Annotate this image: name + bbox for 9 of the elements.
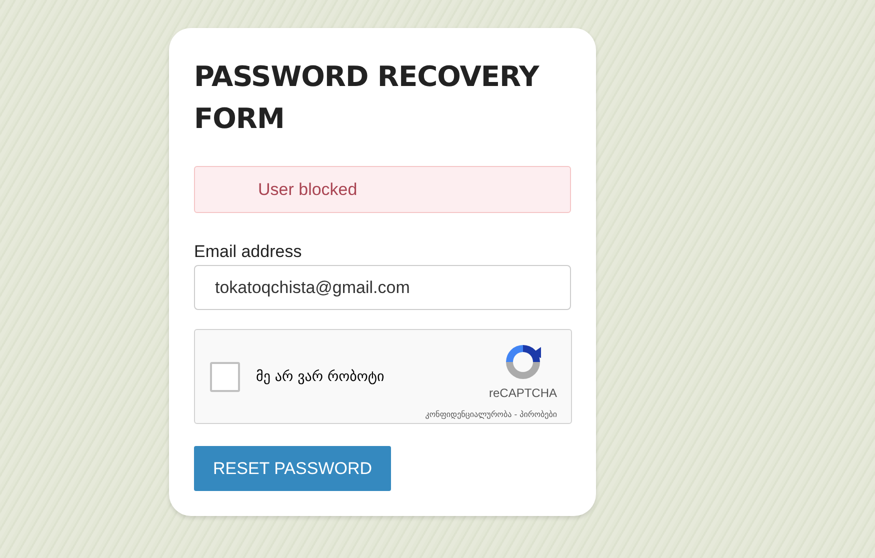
email-field[interactable]: tokatoqchista@gmail.com [194, 265, 571, 310]
recaptcha-brand: reCAPTCHA [488, 386, 557, 400]
error-alert: User blocked [194, 166, 571, 213]
form-title: PASSWORD RECOVERY FORM [194, 59, 540, 137]
reset-password-button[interactable]: RESET PASSWORD [194, 446, 392, 491]
checkbox[interactable] [210, 362, 240, 392]
field-label: Email address [194, 242, 303, 262]
privacy-terms-link[interactable]: კონფიდენციალურობა - პირობები [425, 410, 557, 419]
captcha-label: მე არ ვარ რობოტი [256, 368, 384, 384]
